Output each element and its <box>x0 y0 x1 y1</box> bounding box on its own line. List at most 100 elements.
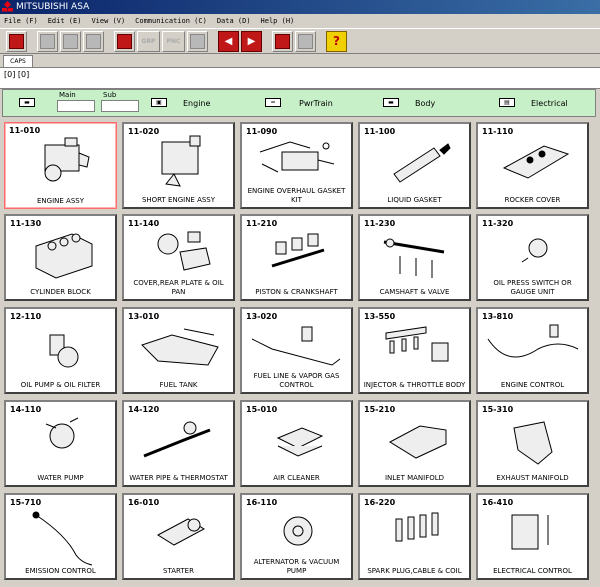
grid-icon <box>190 33 205 49</box>
group-name: LIQUID GASKET <box>387 196 442 204</box>
pwrtrain-filter-icon[interactable]: ═ <box>265 98 281 107</box>
electrical-filter-label[interactable]: Electrical <box>531 99 568 108</box>
group-card[interactable]: 11-210 PISTON & CRANKSHAFT <box>240 214 353 301</box>
filter-bar: ▬ Main Sub ▣ Engine ═ PwrTrain ▬ Body ▤ … <box>2 89 596 117</box>
path-indicator: [0] [0] <box>0 67 600 89</box>
menu-file[interactable]: File (F) <box>4 14 38 28</box>
group-name: SPARK PLUG,CABLE & COIL <box>367 567 462 575</box>
group-card[interactable]: 11-230 CAMSHAFT & VALVE <box>358 214 471 301</box>
group-name: COVER,REAR PLATE & OIL PAN <box>133 279 224 296</box>
group-name: ALTERNATOR & VACUUM PUMP <box>253 558 340 575</box>
menu-communication[interactable]: Communication (C) <box>135 14 207 28</box>
group-card[interactable]: 11-090 ENGINE OVERHAUL GASKET KIT <box>240 122 353 209</box>
sub-label: Sub <box>103 91 117 99</box>
group-name: EMISSION CONTROL <box>25 567 96 575</box>
help-button[interactable]: ? <box>326 30 347 52</box>
mitsubishi-logo-icon <box>2 2 13 13</box>
group-card[interactable]: 11-140 COVER,REAR PLATE & OIL PAN <box>122 214 235 301</box>
vehicle-icon[interactable]: ▬ <box>19 98 35 107</box>
prev-button[interactable]: ◀ <box>218 30 239 52</box>
group-name: EXHAUST MANIFOLD <box>496 474 569 482</box>
group-card[interactable]: 16-220 SPARK PLUG,CABLE & COIL <box>358 493 471 580</box>
menu-data[interactable]: Data (D) <box>217 14 251 28</box>
group-card[interactable]: 16-010 STARTER <box>122 493 235 580</box>
tab-strip: CAPS <box>0 55 600 67</box>
group-card[interactable]: 14-110 WATER PUMP <box>4 400 117 487</box>
print-icon <box>40 33 55 49</box>
engine-filter-label[interactable]: Engine <box>183 99 210 108</box>
group-card[interactable]: 14-120 WATER PIPE & THERMOSTAT <box>122 400 235 487</box>
body-filter-icon[interactable]: ▬ <box>383 98 399 107</box>
group-name: ENGINE ASSY <box>37 197 84 205</box>
group-name: FUEL LINE & VAPOR GAS CONTROL <box>253 372 340 389</box>
main-label: Main <box>59 91 76 99</box>
group-name: WATER PIPE & THERMOSTAT <box>129 474 228 482</box>
group-card[interactable]: 11-130 CYLINDER BLOCK <box>4 214 117 301</box>
pnc-button[interactable]: PNC <box>162 30 185 52</box>
group-card[interactable]: 15-010 AIR CLEANER <box>240 400 353 487</box>
copy-icon <box>298 33 313 49</box>
group-card[interactable]: 13-020 FUEL LINE & VAPOR GAS CONTROL <box>240 307 353 394</box>
exit-button[interactable] <box>6 30 27 52</box>
save-icon <box>275 33 290 49</box>
menu-edit[interactable]: Edit (E) <box>48 14 82 28</box>
group-card[interactable]: 11-100 LIQUID GASKET <box>358 122 471 209</box>
group-card[interactable]: 13-810 ENGINE CONTROL <box>476 307 589 394</box>
group-name: OIL PRESS SWITCH OR GAUGE UNIT <box>493 279 572 296</box>
group-name: OIL PUMP & OIL FILTER <box>20 381 101 389</box>
group-name: CAMSHAFT & VALVE <box>379 288 450 296</box>
electrical-filter-icon[interactable]: ▤ <box>499 98 515 107</box>
group-name: AIR CLEANER <box>273 474 320 482</box>
group-card[interactable]: 11-320 OIL PRESS SWITCH OR GAUGE UNIT <box>476 214 589 301</box>
search-icon <box>117 33 132 49</box>
print-preview-button[interactable] <box>60 30 81 52</box>
grp-button[interactable]: GRP <box>137 30 160 52</box>
group-card[interactable]: 11-010 ENGINE ASSY <box>4 122 117 209</box>
group-card[interactable]: 15-310 EXHAUST MANIFOLD <box>476 400 589 487</box>
menu-help[interactable]: Help (H) <box>261 14 295 28</box>
toolbar: GRP PNC ◀ ▶ ? <box>0 28 600 54</box>
group-card[interactable]: 16-110 ALTERNATOR & VACUUM PUMP <box>240 493 353 580</box>
next-button[interactable]: ▶ <box>241 30 262 52</box>
group-card[interactable]: 15-710 EMISSION CONTROL <box>4 493 117 580</box>
group-card[interactable]: 13-550 INJECTOR & THROTTLE BODY <box>358 307 471 394</box>
sub-group-input[interactable] <box>101 100 139 112</box>
tools-button[interactable] <box>83 30 104 52</box>
save-button[interactable] <box>272 30 293 52</box>
menu-view[interactable]: View (V) <box>91 14 125 28</box>
group-name: PISTON & CRANKSHAFT <box>255 288 338 296</box>
main-group-input[interactable] <box>57 100 95 112</box>
group-name: CYLINDER BLOCK <box>30 288 91 296</box>
print-preview-icon <box>63 33 78 49</box>
engine-filter-icon[interactable]: ▣ <box>151 98 167 107</box>
group-name: STARTER <box>163 567 194 575</box>
tools-icon <box>86 33 101 49</box>
app-window: MITSUBISHI ASA File (F) Edit (E) View (V… <box>0 0 600 587</box>
group-name: ROCKER COVER <box>504 196 561 204</box>
group-card[interactable]: 15-210 INLET MANIFOLD <box>358 400 471 487</box>
group-name: SHORT ENGINE ASSY <box>141 196 216 204</box>
title-bar: MITSUBISHI ASA <box>0 0 600 14</box>
exit-icon <box>9 33 24 49</box>
menu-bar: File (F) Edit (E) View (V) Communication… <box>0 14 600 28</box>
group-name: WATER PUMP <box>37 474 84 482</box>
group-name: ELECTRICAL CONTROL <box>493 567 572 575</box>
copy-button[interactable] <box>295 30 316 52</box>
group-name: INLET MANIFOLD <box>384 474 445 482</box>
group-name: INJECTOR & THROTTLE BODY <box>363 381 466 389</box>
group-card[interactable]: 16-410 ELECTRICAL CONTROL <box>476 493 589 580</box>
window-title: MITSUBISHI ASA <box>16 2 90 12</box>
print-button[interactable] <box>37 30 58 52</box>
group-card[interactable]: 12-110 OIL PUMP & OIL FILTER <box>4 307 117 394</box>
parts-group-grid: 11-010 ENGINE ASSY 11-020 SHORT ENGINE A… <box>4 122 598 587</box>
grid-view-button[interactable] <box>187 30 208 52</box>
search-button[interactable] <box>114 30 135 52</box>
tab-caps[interactable]: CAPS <box>3 55 33 67</box>
pwrtrain-filter-label[interactable]: PwrTrain <box>299 99 333 108</box>
group-card[interactable]: 11-110 ROCKER COVER <box>476 122 589 209</box>
group-name: ENGINE CONTROL <box>500 381 565 389</box>
group-card[interactable]: 11-020 SHORT ENGINE ASSY <box>122 122 235 209</box>
body-filter-label[interactable]: Body <box>415 99 435 108</box>
group-name: FUEL TANK <box>159 381 198 389</box>
group-card[interactable]: 13-010 FUEL TANK <box>122 307 235 394</box>
